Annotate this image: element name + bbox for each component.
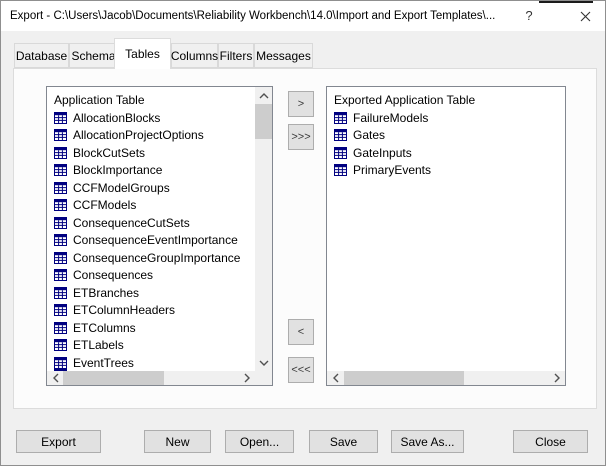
list-item-label: FailureModels — [353, 111, 428, 125]
table-icon — [54, 304, 67, 316]
new-button[interactable]: New — [144, 430, 211, 453]
tab-messages[interactable]: Messages — [254, 43, 313, 68]
save-button[interactable]: Save — [309, 430, 378, 453]
list-item[interactable]: AllocationBlocks — [47, 109, 254, 127]
list-item-label: BlockCutSets — [73, 146, 145, 160]
list-item-label: Consequences — [73, 268, 153, 282]
table-icon — [54, 287, 67, 299]
close-button[interactable]: Close — [513, 430, 588, 453]
list-item[interactable]: ConsequenceEventImportance — [47, 232, 254, 250]
table-icon — [54, 234, 67, 246]
save-as-button[interactable]: Save As... — [391, 430, 464, 453]
list-item-label: BlockImportance — [73, 163, 162, 177]
tab-columns[interactable]: Columns — [171, 43, 218, 68]
remove-button[interactable]: < — [288, 319, 314, 345]
list-item[interactable]: Consequences — [47, 267, 254, 285]
list-item-label: EventTrees — [73, 356, 134, 370]
window-title: Export - C:\Users\Jacob\Documents\Reliab… — [10, 1, 515, 31]
window-close-button[interactable] — [567, 1, 603, 31]
list-item[interactable]: CCFModelGroups — [47, 179, 254, 197]
table-icon — [54, 129, 67, 141]
list-item[interactable]: EventTrees — [47, 354, 254, 370]
tab-database[interactable]: Database — [14, 43, 69, 68]
list-item[interactable]: Gates — [327, 127, 564, 145]
table-icon — [334, 112, 347, 124]
list-item-label: AllocationProjectOptions — [73, 128, 204, 142]
table-icon — [54, 164, 67, 176]
list-item[interactable]: ETColumnHeaders — [47, 302, 254, 320]
vertical-scroll-thumb[interactable] — [255, 104, 272, 139]
scroll-up-icon[interactable] — [255, 89, 272, 102]
list-item-label: AllocationBlocks — [73, 111, 160, 125]
list-item[interactable]: ETColumns — [47, 319, 254, 337]
list-item[interactable]: AllocationProjectOptions — [47, 127, 254, 145]
exported-table-items[interactable]: FailureModels Gates — [327, 109, 564, 370]
table-icon — [54, 269, 67, 281]
list-item-label: ETColumnHeaders — [73, 303, 175, 317]
horizontal-scroll-thumb[interactable] — [63, 371, 164, 385]
screen-edge-artifact — [539, 1, 593, 3]
table-icon — [54, 357, 67, 369]
list-item-label: CCFModelGroups — [73, 181, 170, 195]
list-item[interactable]: ConsequenceCutSets — [47, 214, 254, 232]
list-item[interactable]: ETLabels — [47, 337, 254, 355]
list-item[interactable]: ConsequenceGroupImportance — [47, 249, 254, 267]
scroll-left-icon[interactable] — [49, 371, 62, 385]
export-dialog: Export - C:\Users\Jacob\Documents\Reliab… — [0, 0, 606, 466]
table-icon — [334, 147, 347, 159]
table-icon — [54, 112, 67, 124]
tab-schema[interactable]: Schema — [69, 43, 118, 68]
list-item-label: GateInputs — [353, 146, 412, 160]
scroll-down-icon[interactable] — [255, 356, 272, 369]
horizontal-scrollbar[interactable] — [47, 371, 255, 385]
export-button[interactable]: Export — [16, 430, 101, 453]
list-item[interactable]: FailureModels — [327, 109, 564, 127]
table-icon — [54, 252, 67, 264]
help-button[interactable]: ? — [515, 1, 543, 31]
table-icon — [54, 182, 67, 194]
list-item-label: ConsequenceCutSets — [73, 216, 190, 230]
list-item-label: ETBranches — [73, 286, 139, 300]
tab-filters[interactable]: Filters — [218, 43, 254, 68]
list-item[interactable]: BlockImportance — [47, 162, 254, 180]
vertical-scrollbar[interactable] — [255, 87, 272, 371]
scroll-right-icon[interactable] — [240, 371, 253, 385]
exported-table-list: Exported Application Table FailureModels — [326, 86, 566, 386]
table-icon — [54, 199, 67, 211]
application-table-header: Application Table — [54, 93, 145, 107]
list-item[interactable]: BlockCutSets — [47, 144, 254, 162]
scroll-left-icon[interactable] — [329, 371, 342, 385]
close-icon — [580, 11, 591, 22]
list-item-label: ETColumns — [73, 321, 136, 335]
add-button[interactable]: > — [288, 91, 314, 117]
open-button[interactable]: Open... — [225, 430, 294, 453]
list-item[interactable]: PrimaryEvents — [327, 162, 564, 180]
add-all-button[interactable]: >>> — [288, 124, 314, 150]
table-icon — [54, 147, 67, 159]
list-item[interactable]: GateInputs — [327, 144, 564, 162]
list-item-label: CCFModels — [73, 198, 136, 212]
list-item[interactable]: ETBranches — [47, 284, 254, 302]
exported-table-header: Exported Application Table — [334, 93, 475, 107]
table-icon — [334, 164, 347, 176]
table-icon — [54, 217, 67, 229]
list-item-label: ETLabels — [73, 338, 124, 352]
scroll-right-icon[interactable] — [550, 371, 563, 385]
tab-tables[interactable]: Tables — [114, 38, 171, 69]
scrollbar-corner — [255, 371, 272, 385]
list-item[interactable]: CCFModels — [47, 197, 254, 215]
table-icon — [54, 339, 67, 351]
remove-all-button[interactable]: <<< — [288, 357, 314, 383]
list-item-label: ConsequenceGroupImportance — [73, 251, 240, 265]
horizontal-scrollbar[interactable] — [327, 371, 565, 385]
application-table-list: Application Table AllocationBlocks — [46, 86, 273, 386]
list-item-label: ConsequenceEventImportance — [73, 233, 238, 247]
table-icon — [334, 129, 347, 141]
title-bar: Export - C:\Users\Jacob\Documents\Reliab… — [1, 1, 605, 31]
horizontal-scroll-thumb[interactable] — [344, 371, 464, 385]
table-icon — [54, 322, 67, 334]
list-item-label: Gates — [353, 128, 385, 142]
list-item-label: PrimaryEvents — [353, 163, 431, 177]
application-table-items[interactable]: AllocationBlocks AllocationProjectOption… — [47, 109, 254, 370]
